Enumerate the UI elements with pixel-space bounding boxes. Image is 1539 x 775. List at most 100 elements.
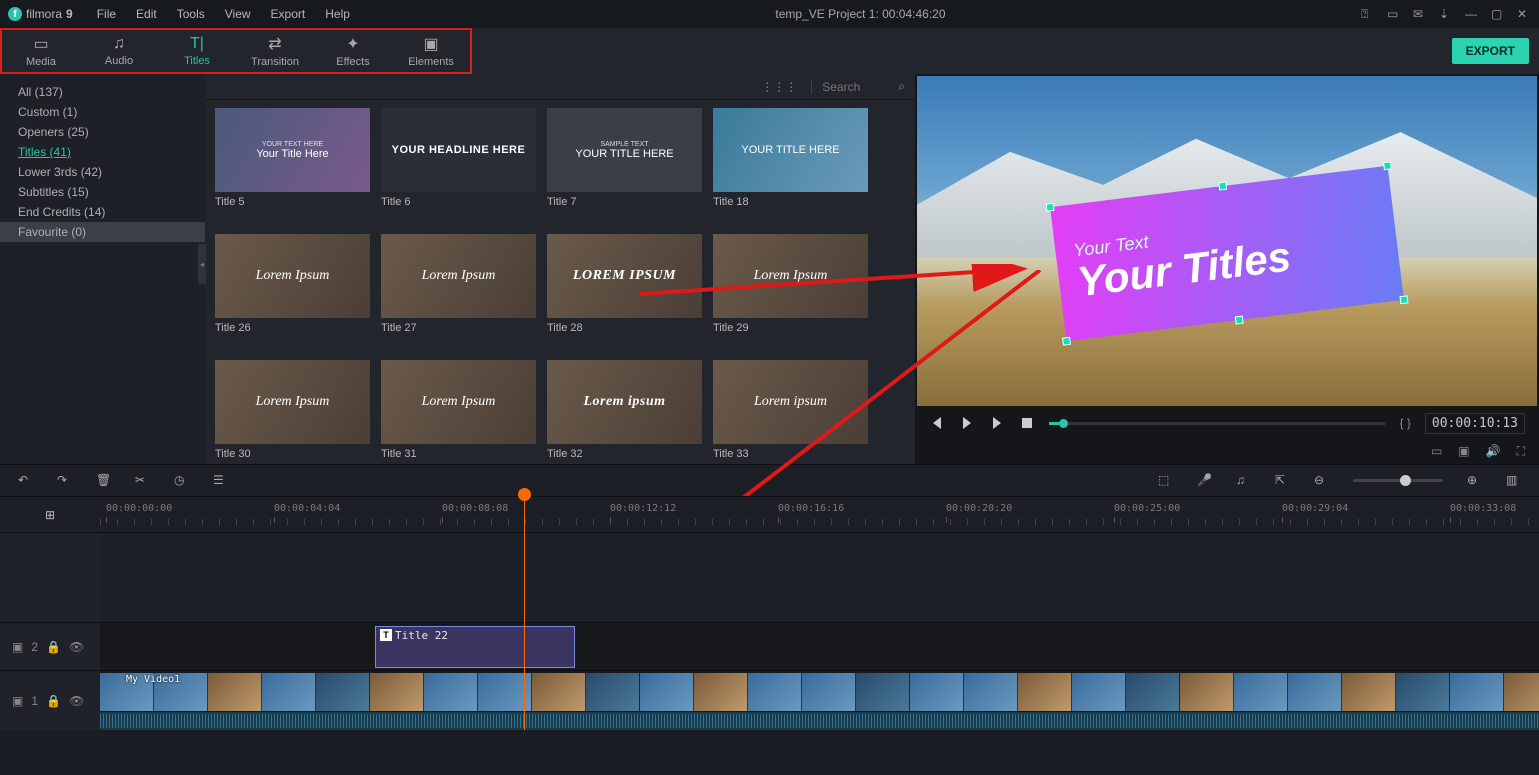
sidebar-item[interactable]: Subtitles (15) [0,182,205,202]
title-thumbnail[interactable]: YOUR TEXT HEREYour Title HereTitle 5 [215,108,375,218]
track-body[interactable] [100,533,1539,622]
title-thumbnail[interactable]: YOUR TITLE HERETitle 18 [713,108,873,218]
title-thumbnail[interactable]: LOREM IPSUMTitle 28 [547,234,707,344]
search-icon[interactable]: ⌕ [898,79,905,94]
sidebar-item[interactable]: Lower 3rds (42) [0,162,205,182]
clip-frame [586,673,640,711]
marker-icon[interactable]: ⬚ [1158,473,1173,488]
timeline-ruler[interactable]: 00:00:00:0000:00:04:0400:00:08:0800:00:1… [100,497,1539,532]
play-icon[interactable] [959,415,975,431]
sidebar-item[interactable]: Custom (1) [0,102,205,122]
menu-edit[interactable]: Edit [126,7,167,21]
settings-icon[interactable]: ☰ [213,473,228,488]
mail-icon[interactable]: ✉ [1413,7,1427,21]
lock-icon[interactable]: 🔒 [46,694,61,708]
fit-icon[interactable]: ▥ [1506,473,1521,488]
sidebar-item[interactable]: Favourite (0) [0,222,205,242]
maximize-icon[interactable]: ▢ [1491,7,1505,21]
title-thumbnail[interactable]: Lorem IpsumTitle 27 [381,234,541,344]
eye-icon[interactable]: 👁 [69,640,84,654]
sidebar-item[interactable]: Titles (41) [0,142,205,162]
track-body[interactable]: My Video1 [100,671,1539,730]
menu-help[interactable]: Help [315,7,360,21]
eye-icon[interactable]: 👁 [69,694,84,708]
delete-icon[interactable]: 🗑 [96,473,111,488]
tab-transition[interactable]: ⇄Transition [236,30,314,72]
title-thumbnail[interactable]: Lorem IpsumTitle 29 [713,234,873,344]
thumb-img: Lorem Ipsum [381,360,536,444]
music-icon[interactable]: ♫ [1236,473,1251,488]
minimize-icon[interactable]: — [1465,7,1479,21]
audio-waveform[interactable] [100,712,1539,730]
title-thumbnail[interactable]: Lorem IpsumTitle 31 [381,360,541,464]
grid-view-icon[interactable]: ⋮⋮⋮ [761,80,797,94]
title-thumbnail[interactable]: Lorem IpsumTitle 30 [215,360,375,464]
clip-frame [694,673,748,711]
track-head-1: ▣ 1 🔒 👁 [0,671,100,730]
menu-file[interactable]: File [87,7,126,21]
sidebar-item[interactable]: Openers (25) [0,122,205,142]
add-track-button[interactable]: ⊞ [0,497,100,532]
snapshot-icon[interactable]: ▣ [1458,444,1469,458]
clip-frame [316,673,370,711]
playhead[interactable] [524,496,525,730]
clip-frame [1342,673,1396,711]
export-button[interactable]: EXPORT [1452,38,1529,64]
title-thumbnail[interactable]: YOUR HEADLINE HERETitle 6 [381,108,541,218]
zoom-slider[interactable] [1353,479,1443,482]
clock-icon[interactable]: ◷ [174,473,189,488]
clip-frame [1126,673,1180,711]
sidebar-item[interactable]: End Credits (14) [0,202,205,222]
video-clip-strip[interactable] [100,673,1539,711]
user-icon[interactable]: ⍰ [1361,7,1375,21]
resize-handle[interactable] [1383,161,1392,170]
thumb-img: LOREM IPSUM [547,234,702,318]
voiceover-icon[interactable]: 🎤 [1197,473,1212,488]
logo-icon: f [8,7,22,21]
title-thumbnail[interactable]: Lorem IpsumTitle 26 [215,234,375,344]
tab-audio[interactable]: ♫Audio [80,30,158,72]
close-icon[interactable]: ✕ [1517,7,1531,21]
search-input[interactable] [822,80,892,94]
preview-progress[interactable] [1049,422,1386,425]
display-icon[interactable]: ▭ [1431,444,1442,458]
ruler-tick: 00:00:25:00 [1114,503,1180,514]
resize-handle[interactable] [1235,316,1244,325]
title-track: ▣ 2 🔒 👁 T Title 22 [0,622,1539,670]
resize-handle[interactable] [1218,182,1227,191]
undo-icon[interactable]: ↶ [18,473,33,488]
title-thumbnail[interactable]: Lorem ipsumTitle 33 [713,360,873,464]
sidebar-item[interactable]: All (137) [0,82,205,102]
menu-tools[interactable]: Tools [167,7,215,21]
menu-view[interactable]: View [215,7,261,21]
tab-elements[interactable]: ▣Elements [392,30,470,72]
fullscreen-icon[interactable]: ⛶ [1517,444,1525,459]
export-clip-icon[interactable]: ⇱ [1275,473,1290,488]
resize-handle[interactable] [1062,337,1071,346]
resize-handle[interactable] [1400,295,1409,304]
menubar: f filmora9 FileEditToolsViewExportHelp t… [0,0,1539,28]
save-icon[interactable]: ▭ [1387,7,1401,21]
redo-icon[interactable]: ↷ [57,473,72,488]
tab-media[interactable]: ▭Media [2,30,80,72]
mic-icon[interactable]: ⇣ [1439,7,1453,21]
zoom-in-icon[interactable]: ⊕ [1467,473,1482,488]
zoom-out-icon[interactable]: ⊖ [1314,473,1329,488]
preview-canvas[interactable]: Your Text Your Titles [917,76,1537,406]
cut-icon[interactable]: ✂ [135,473,150,488]
collapse-handle[interactable]: ◂ [198,244,206,284]
title-thumbnail[interactable]: Lorem ipsumTitle 32 [547,360,707,464]
lock-icon[interactable]: 🔒 [46,640,61,654]
prev-frame-icon[interactable] [929,415,945,431]
title-thumbnail[interactable]: SAMPLE TEXTYOUR TITLE HERETitle 7 [547,108,707,218]
resize-handle[interactable] [1046,203,1055,212]
track-body[interactable]: T Title 22 [100,623,1539,670]
menu-export[interactable]: Export [261,7,316,21]
thumb-img: YOUR TEXT HEREYour Title Here [215,108,370,192]
volume-icon[interactable]: 🔊 [1486,444,1501,458]
next-frame-icon[interactable] [989,415,1005,431]
tab-titles[interactable]: T|Titles [158,30,236,72]
title-clip[interactable]: T Title 22 [375,626,575,668]
stop-icon[interactable] [1019,415,1035,431]
tab-effects[interactable]: ✦Effects [314,30,392,72]
